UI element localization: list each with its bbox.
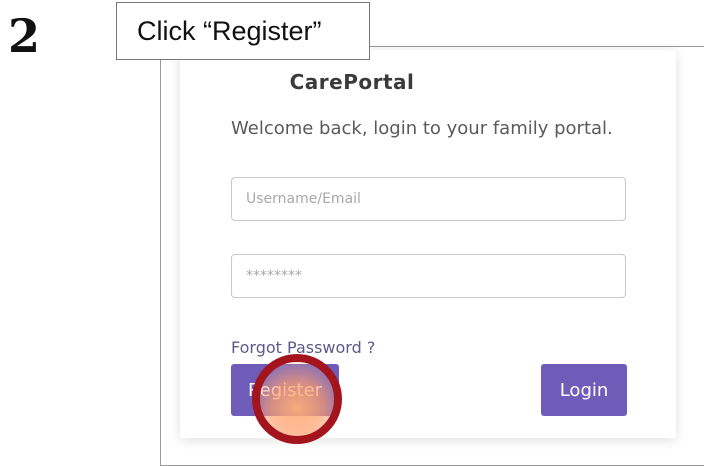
instruction-callout: Click “Register” [116,2,370,60]
portal-title: CarePortal [289,70,415,94]
forgot-password-link[interactable]: Forgot Password ? [231,338,375,357]
instruction-text: Click “Register” [137,15,322,46]
username-email-input[interactable] [231,177,626,221]
step-number: 2 [8,9,41,63]
register-button[interactable]: Register [231,364,339,416]
login-button[interactable]: Login [541,364,627,416]
password-input[interactable] [231,254,626,298]
welcome-subtitle: Welcome back, login to your family porta… [231,118,613,139]
